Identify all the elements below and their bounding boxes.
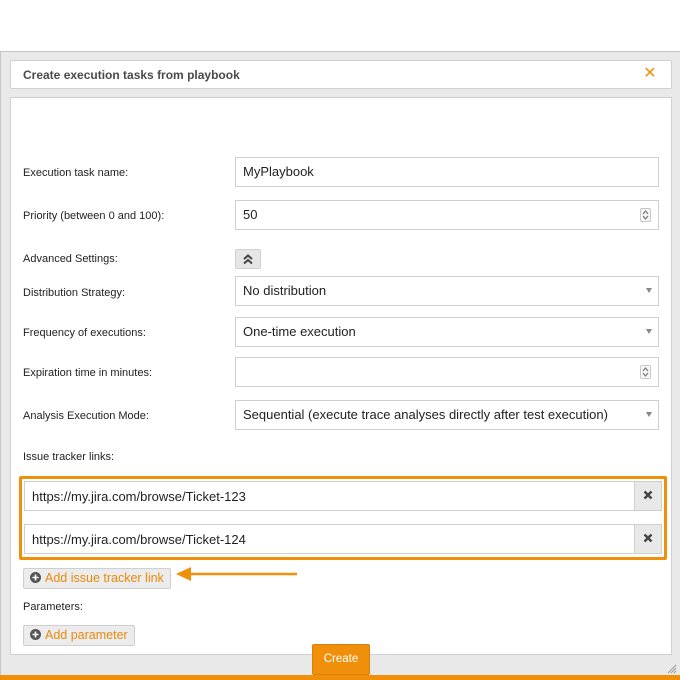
dialog-titlebar[interactable]: Create execution tasks from playbook ✕ [10, 60, 672, 89]
chevron-down-icon [646, 412, 652, 417]
parameters-label: Parameters: [23, 601, 83, 613]
spinner-icon[interactable] [640, 208, 651, 222]
issue-tracker-highlight: https://my.jira.com/browse/Ticket-123 ht… [19, 476, 667, 560]
plus-circle-icon [30, 629, 41, 640]
expiration-input[interactable] [235, 357, 659, 387]
task-name-label: Execution task name: [23, 167, 129, 179]
remove-icon[interactable] [634, 482, 661, 510]
expiration-label: Expiration time in minutes: [23, 367, 152, 379]
remove-icon[interactable] [634, 525, 661, 553]
priority-label: Priority (between 0 and 100): [23, 210, 165, 222]
distribution-label: Distribution Strategy: [23, 287, 126, 299]
analysis-mode-label: Analysis Execution Mode: [23, 410, 149, 422]
priority-value: 50 [243, 207, 258, 222]
create-button[interactable]: Create [312, 644, 370, 675]
analysis-mode-select[interactable]: Sequential (execute trace analyses direc… [235, 400, 659, 430]
add-issue-tracker-link-label: Add issue tracker link [45, 571, 164, 585]
issue-link-row[interactable]: https://my.jira.com/browse/Ticket-123 [24, 481, 662, 511]
advanced-settings-toggle[interactable] [235, 249, 261, 269]
task-name-input[interactable]: MyPlaybook [235, 157, 659, 187]
accent-bar [0, 675, 680, 680]
issue-link-row[interactable]: https://my.jira.com/browse/Ticket-124 [24, 524, 662, 554]
add-parameter-label: Add parameter [45, 628, 128, 642]
issue-link-url: https://my.jira.com/browse/Ticket-124 [32, 532, 246, 547]
advanced-settings-label: Advanced Settings: [23, 253, 118, 265]
dialog-content: Execution task name: MyPlaybook Priority… [10, 97, 672, 675]
resize-grip-icon[interactable] [665, 662, 677, 674]
spinner-icon[interactable] [640, 365, 651, 379]
distribution-value: No distribution [243, 283, 327, 298]
add-issue-tracker-link-button[interactable]: Add issue tracker link [23, 568, 171, 589]
dialog-title: Create execution tasks from playbook [23, 68, 240, 82]
double-chevron-up-icon [243, 254, 253, 265]
distribution-select[interactable]: No distribution [235, 276, 659, 306]
priority-input[interactable]: 50 [235, 200, 659, 230]
issue-tracker-label: Issue tracker links: [23, 451, 115, 463]
analysis-mode-value: Sequential (execute trace analyses direc… [243, 407, 608, 422]
frequency-select[interactable]: One-time execution [235, 317, 659, 347]
issue-link-url: https://my.jira.com/browse/Ticket-123 [32, 489, 246, 504]
plus-circle-icon [30, 572, 41, 583]
chevron-down-icon [646, 288, 652, 293]
annotation-arrow-icon [176, 567, 297, 581]
create-execution-dialog: Create execution tasks from playbook ✕ E… [0, 51, 680, 680]
add-parameter-button[interactable]: Add parameter [23, 625, 135, 646]
frequency-value: One-time execution [243, 324, 356, 339]
chevron-down-icon [646, 329, 652, 334]
close-icon[interactable]: ✕ [641, 65, 659, 83]
frequency-label: Frequency of executions: [23, 327, 146, 339]
